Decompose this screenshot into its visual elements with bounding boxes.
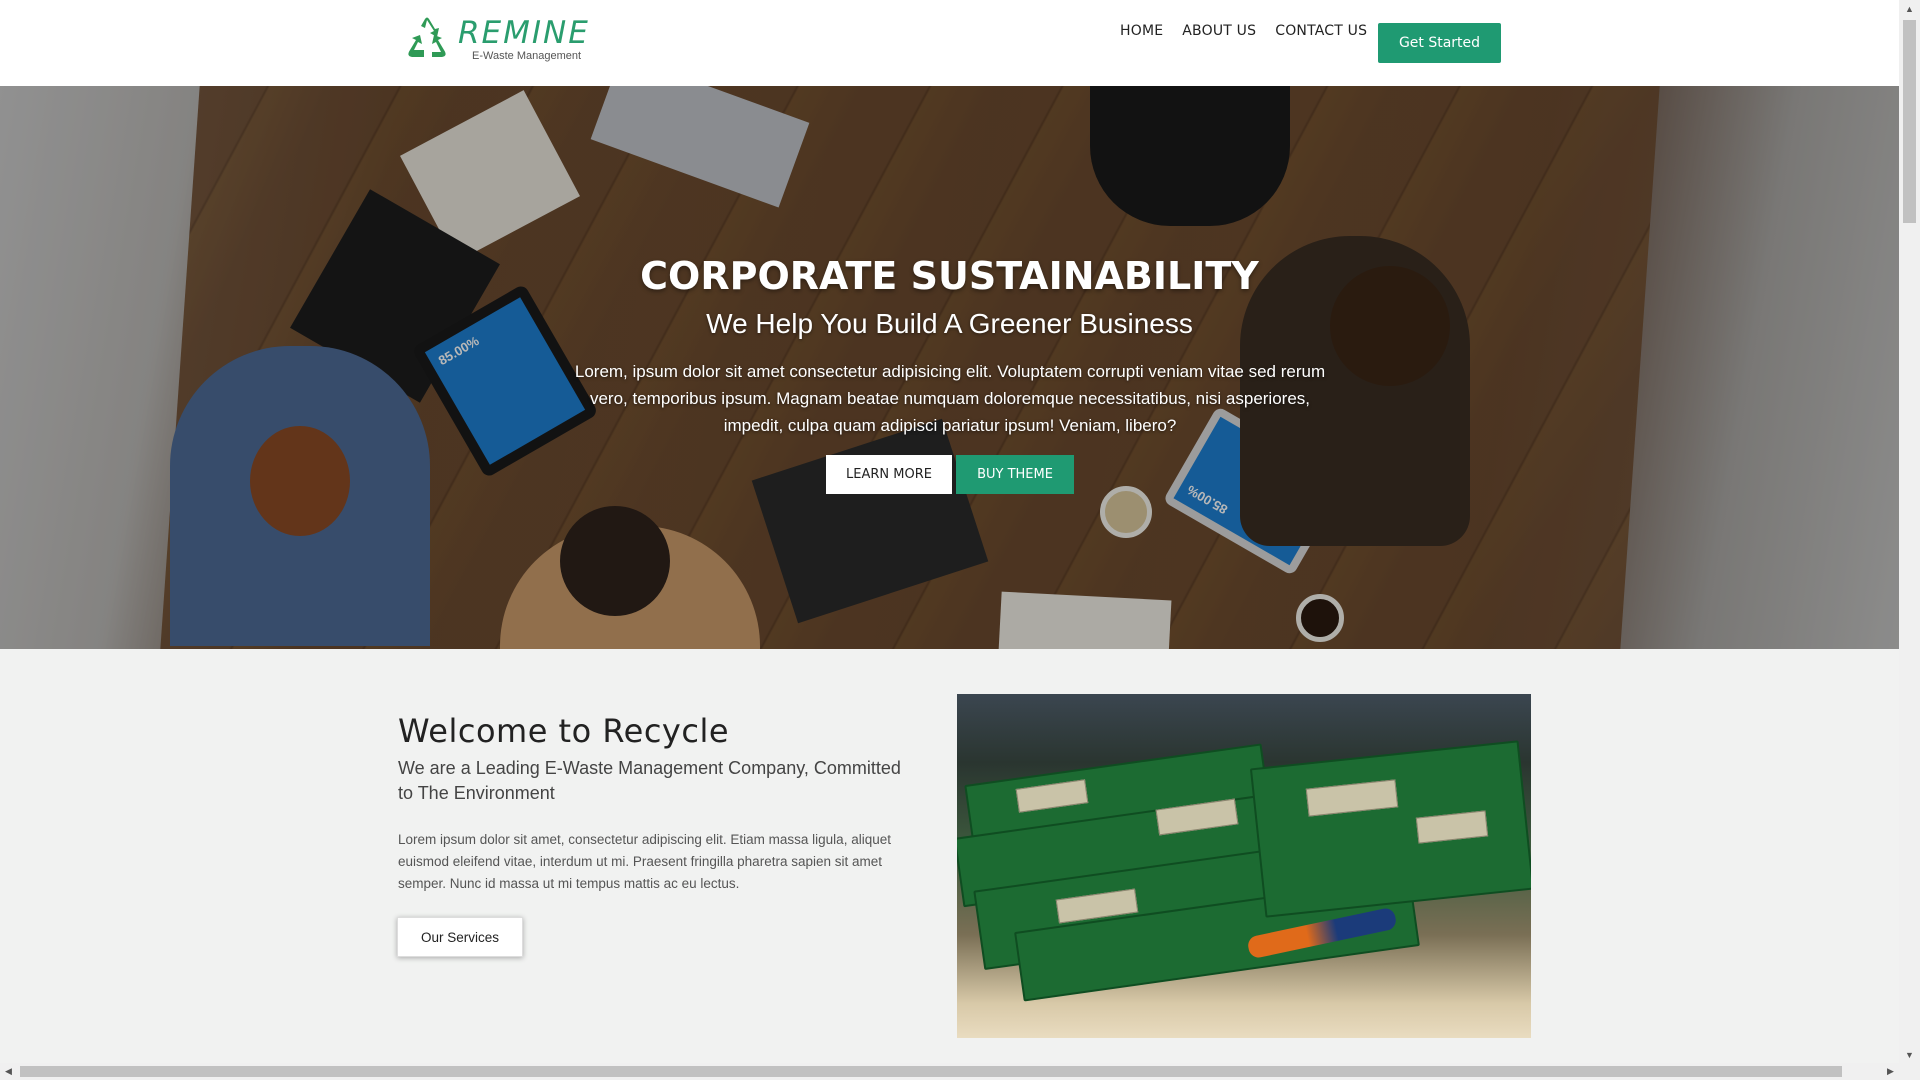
welcome-text: Lorem ipsum dolor sit amet, consectetur …: [398, 832, 891, 891]
logo-title: REMINE: [458, 14, 590, 51]
main-nav: HOME ABOUT US CONTACT US: [1120, 23, 1386, 39]
logo[interactable]: REMINE E-Waste Management: [404, 16, 590, 62]
scroll-left-arrow-icon[interactable]: ◀: [0, 1063, 17, 1080]
hero-subtitle: We Help You Build A Greener Business: [706, 308, 1193, 339]
circuit-board-image: [957, 694, 1531, 1038]
circuit-board-5: [1249, 740, 1531, 918]
horizontal-scrollbar[interactable]: ◀ ▶: [0, 1063, 1899, 1080]
learn-more-button[interactable]: LEARN MORE: [826, 455, 952, 494]
nav-about-us[interactable]: ABOUT US: [1182, 23, 1256, 39]
welcome-title: Welcome to Recycle: [398, 712, 730, 750]
get-started-button[interactable]: Get Started: [1378, 23, 1501, 63]
hero-section: 85.00% 85.00% CORPORATE SUSTAINABILITY W…: [0, 86, 1899, 649]
scroll-up-arrow-icon[interactable]: ▲: [1899, 0, 1920, 17]
hero-title: CORPORATE SUSTAINABILITY: [640, 254, 1259, 298]
nav-contact-us[interactable]: CONTACT US: [1275, 23, 1367, 39]
vertical-scroll-thumb[interactable]: [1903, 20, 1916, 223]
logo-subtitle: E-Waste Management: [472, 49, 582, 62]
vertical-scrollbar[interactable]: ▲ ▼: [1899, 0, 1920, 1063]
our-services-button[interactable]: Our Services: [397, 917, 523, 957]
hero-buttons: LEARN MORE BUY THEME: [826, 455, 1074, 494]
buy-theme-button[interactable]: BUY THEME: [956, 455, 1074, 494]
scroll-down-arrow-icon[interactable]: ▼: [1899, 1046, 1920, 1063]
welcome-subtitle: We are a Leading E-Waste Management Comp…: [398, 758, 901, 803]
scrollbar-corner: [1899, 1063, 1920, 1080]
site-header: REMINE E-Waste Management HOME ABOUT US …: [0, 0, 1899, 86]
hero-text: Lorem, ipsum dolor sit amet consectetur …: [574, 362, 1326, 435]
nav-home[interactable]: HOME: [1120, 23, 1163, 39]
recycle-icon: [408, 17, 446, 57]
scroll-right-arrow-icon[interactable]: ▶: [1882, 1063, 1899, 1080]
horizontal-scroll-thumb[interactable]: [20, 1066, 1842, 1077]
hero-content: CORPORATE SUSTAINABILITY We Help You Bui…: [0, 86, 1899, 649]
